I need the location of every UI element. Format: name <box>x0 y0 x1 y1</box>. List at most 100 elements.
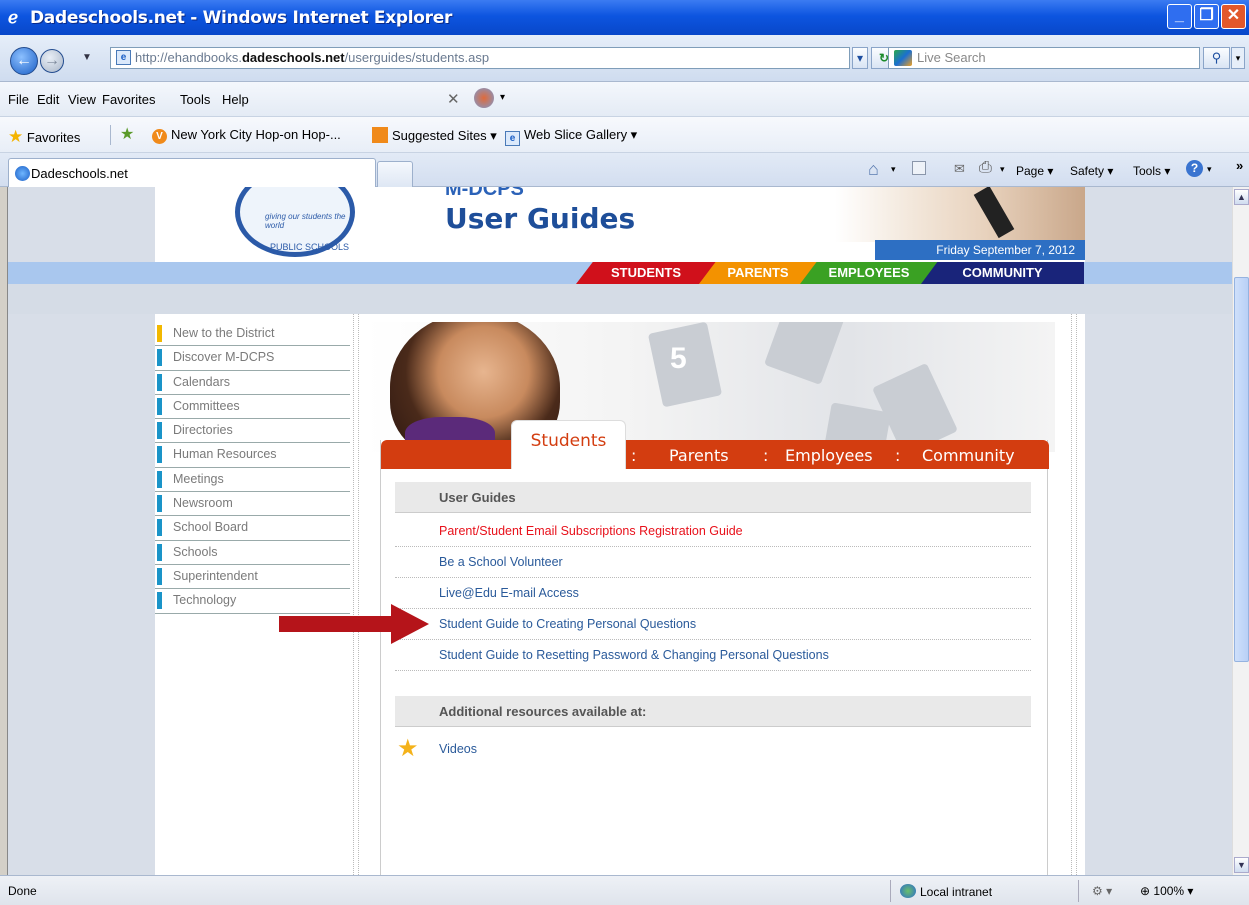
sidebar-item-calendars[interactable]: Calendars <box>155 371 350 395</box>
favorites-button[interactable]: ★ Favorites <box>8 127 80 147</box>
search-button[interactable]: ⚲ <box>1203 47 1230 69</box>
tab-community[interactable]: Community <box>922 446 1015 465</box>
scroll-down-button[interactable]: ▼ <box>1234 857 1249 873</box>
toolbar-addon-dropdown-icon[interactable]: ▾ <box>500 92 505 103</box>
sidebar-item-newsroom[interactable]: Newsroom <box>155 492 350 517</box>
guide-link-live-edu[interactable]: Live@Edu E-mail Access <box>395 578 1031 609</box>
sidebar-marker <box>157 470 162 488</box>
live-search-icon <box>894 50 912 66</box>
nav-parents[interactable]: PARENTS <box>699 262 817 284</box>
scroll-up-button[interactable]: ▲ <box>1234 189 1249 205</box>
help-dropdown-icon[interactable]: ▾ <box>1207 164 1212 175</box>
hero-number: 5 <box>670 342 687 375</box>
history-dropdown-icon[interactable]: ▼ <box>82 52 92 63</box>
menu-favorites[interactable]: Favorites <box>102 92 155 107</box>
guide-link-email-subscriptions[interactable]: Parent/Student Email Subscriptions Regis… <box>395 516 1031 547</box>
nav-students[interactable]: STUDENTS <box>576 262 716 284</box>
favorite-nyc-hop-on[interactable]: V New York City Hop-on Hop-... <box>152 127 341 144</box>
safety-menu[interactable]: Safety ▾ <box>1070 164 1113 178</box>
tab-dadeschools[interactable]: Dadeschools.net <box>8 158 376 187</box>
sidebar-nav: New to the District Discover M-DCPS Cale… <box>155 322 350 614</box>
videos-link[interactable]: ★ Videos <box>395 731 1031 767</box>
sidebar-item-label: Committees <box>173 398 240 413</box>
mail-icon[interactable]: ✉ <box>954 161 965 177</box>
nav-employees[interactable]: EMPLOYEES <box>800 262 938 284</box>
new-tab-button[interactable] <box>377 161 413 187</box>
home-dropdown-icon[interactable]: ▾ <box>891 164 896 175</box>
sidebar-item-school-board[interactable]: School Board <box>155 516 350 541</box>
search-input[interactable]: Live Search <box>888 47 1200 69</box>
sidebar-item-discover[interactable]: Discover M-DCPS <box>155 346 350 371</box>
sidebar-item-directories[interactable]: Directories <box>155 419 350 444</box>
menu-view[interactable]: View <box>68 92 96 107</box>
sidebar-item-committees[interactable]: Committees <box>155 395 350 420</box>
vertical-scrollbar[interactable]: ▲ ▼ <box>1232 187 1249 875</box>
toolbar-close-icon[interactable]: ✕ <box>447 90 460 108</box>
user-guides-panel: Students : Parents : Employees : Communi… <box>380 420 1049 875</box>
status-divider <box>1078 880 1079 902</box>
tab-employees[interactable]: Employees <box>785 446 873 465</box>
sidebar-item-superintendent[interactable]: Superintendent <box>155 565 350 590</box>
feeds-icon[interactable] <box>912 161 926 175</box>
help-icon[interactable]: ? <box>1186 160 1203 177</box>
address-toolbar: ← → ▼ e http://ehandbooks.dadeschools.ne… <box>0 35 1249 82</box>
tools-menu[interactable]: Tools ▾ <box>1133 164 1170 178</box>
favorites-label: Favorites <box>26 130 81 145</box>
address-dropdown-button[interactable]: ▾ <box>852 47 868 69</box>
page-menu[interactable]: Page ▾ <box>1016 164 1053 178</box>
suggested-sites[interactable]: Suggested Sites ▾ <box>372 127 497 144</box>
menu-help[interactable]: Help <box>222 92 249 107</box>
zoom-level: 100% <box>1153 884 1185 898</box>
sidebar-item-label: Schools <box>173 544 218 559</box>
forward-button[interactable]: → <box>40 49 64 73</box>
content-divider-right <box>1071 314 1077 875</box>
protected-mode-icon[interactable]: ⚙ ▾ <box>1092 884 1112 898</box>
search-placeholder: Live Search <box>917 50 986 65</box>
sidebar-item-label: Discover M-DCPS <box>173 350 275 365</box>
guide-link-creating-personal-questions[interactable]: Student Guide to Creating Personal Quest… <box>395 609 1031 640</box>
star-icon: ★ <box>397 735 419 762</box>
print-dropdown-icon[interactable]: ▾ <box>1000 164 1005 175</box>
minimize-button[interactable]: _ <box>1167 4 1192 29</box>
page-icon: e <box>116 50 131 65</box>
videos-label: Videos <box>439 742 477 756</box>
add-to-favorites-icon[interactable]: ★ <box>120 124 134 144</box>
sidebar-item-human-resources[interactable]: Human Resources <box>155 443 350 468</box>
security-zone[interactable]: Local intranet <box>900 884 992 899</box>
guide-link-resetting-password[interactable]: Student Guide to Resetting Password & Ch… <box>395 640 1031 671</box>
address-input[interactable]: e http://ehandbooks.dadeschools.net/user… <box>110 47 850 69</box>
toolbar-overflow-icon[interactable]: » <box>1236 158 1243 173</box>
user-guides-heading: User Guides <box>395 482 1031 513</box>
favorites-separator <box>110 125 111 145</box>
sidebar-item-new-to-district[interactable]: New to the District <box>155 322 350 347</box>
mdcps-logo[interactable]: giving our students the world PUBLIC SCH… <box>235 187 355 257</box>
close-button[interactable]: ✕ <box>1221 4 1246 29</box>
web-slice-label: Web Slice Gallery ▾ <box>524 127 638 142</box>
sidebar-item-schools[interactable]: Schools <box>155 541 350 565</box>
nav-community[interactable]: COMMUNITY <box>921 262 1084 284</box>
web-slice-gallery[interactable]: e Web Slice Gallery ▾ <box>505 127 637 146</box>
scroll-thumb[interactable] <box>1234 277 1249 662</box>
menu-file[interactable]: File <box>8 92 29 107</box>
search-options-dropdown[interactable]: ▾ <box>1231 47 1245 69</box>
zoom-control[interactable]: ⊕ 100% ▾ <box>1140 884 1193 898</box>
sidebar-marker <box>157 349 162 367</box>
menu-edit[interactable]: Edit <box>37 92 59 107</box>
guide-link-school-volunteer[interactable]: Be a School Volunteer <box>395 547 1031 578</box>
sidebar-item-label: Human Resources <box>173 447 277 462</box>
toolbar-addon-icon[interactable] <box>474 88 494 108</box>
tab-parents[interactable]: Parents <box>669 446 729 465</box>
menu-tools[interactable]: Tools <box>180 92 210 107</box>
sidebar-marker <box>157 373 162 391</box>
zone-label: Local intranet <box>920 885 993 899</box>
sidebar-marker <box>157 397 162 415</box>
print-icon[interactable]: ⎙ <box>979 159 992 177</box>
sidebar-item-label: Meetings <box>173 471 224 486</box>
suggested-sites-icon <box>372 127 388 143</box>
home-icon[interactable]: ⌂ <box>868 159 879 180</box>
maximize-button[interactable]: ❐ <box>1194 4 1219 29</box>
sidebar-item-meetings[interactable]: Meetings <box>155 468 350 493</box>
back-button[interactable]: ← <box>10 47 38 75</box>
tab-students[interactable]: Students <box>511 420 626 469</box>
guides-tab-bar: Students : Parents : Employees : Communi… <box>381 420 1049 469</box>
